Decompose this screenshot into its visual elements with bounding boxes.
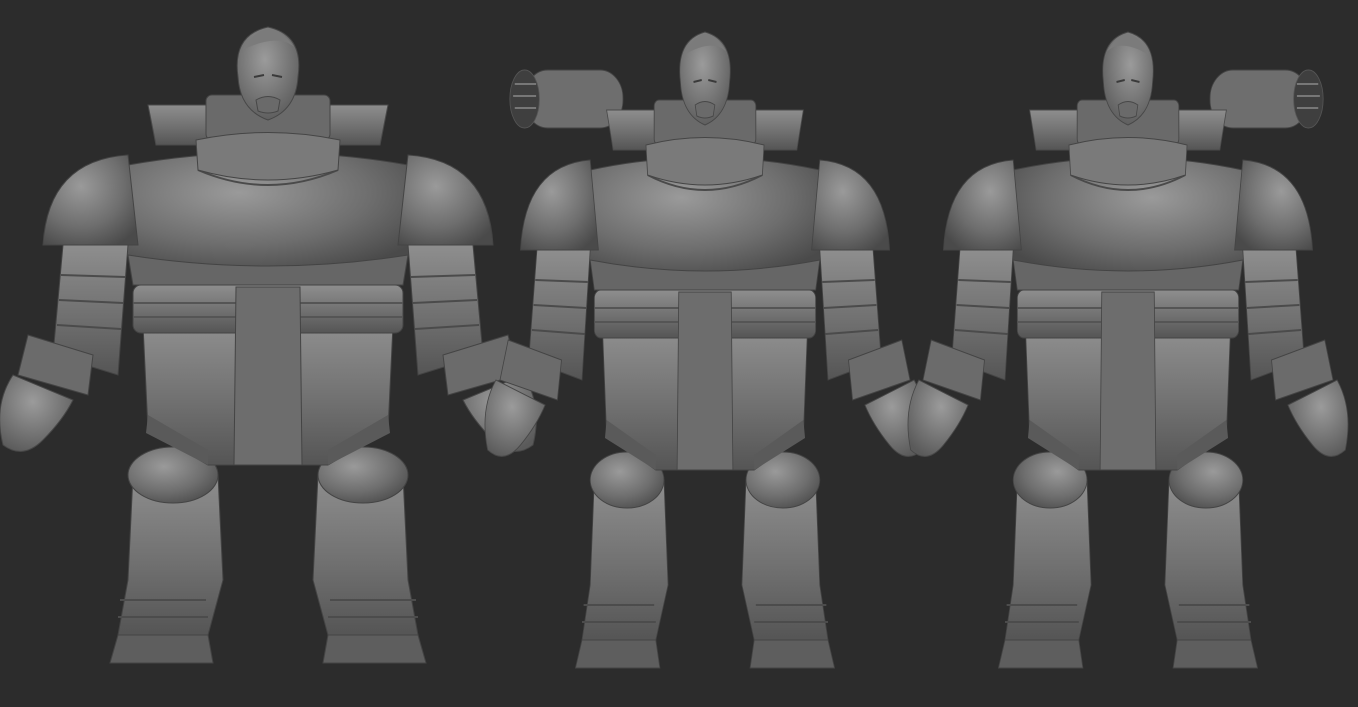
figure-front-view <box>0 26 538 664</box>
render-canvas <box>0 26 1350 669</box>
figure-three-quarter-left-view <box>483 31 927 669</box>
sculpt-viewport <box>0 0 1358 707</box>
figure-three-quarter-right-view <box>906 31 1350 669</box>
